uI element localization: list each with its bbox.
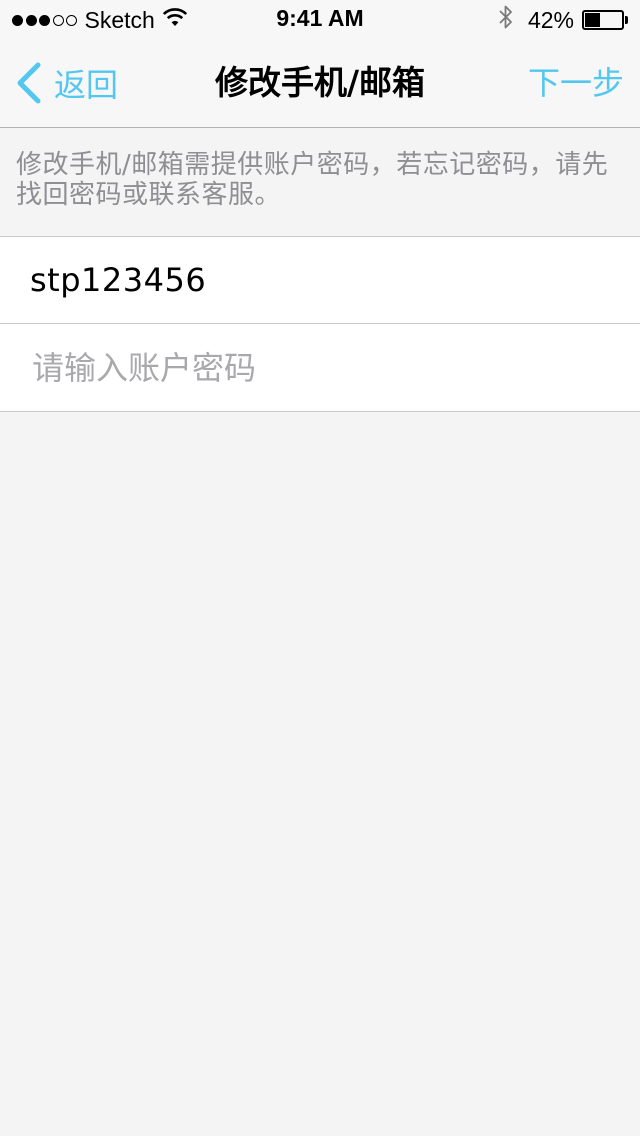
password-row[interactable] [0,323,640,411]
account-form: stp123456 [0,236,640,412]
info-message: 修改手机/邮箱需提供账户密码，若忘记密码，请先找回密码或联系客服。 [16,150,609,210]
status-right: 42% [498,4,628,36]
next-step-button[interactable]: 下一步 [528,60,624,106]
screen: Sketch 9:41 AM 42% 返回 修改手机/邮箱 下一步 修改手机/邮… [0,0,640,1136]
account-name: stp123456 [30,261,207,299]
status-bar: Sketch 9:41 AM 42% [0,0,640,40]
bluetooth-icon [498,4,514,36]
battery-fill [585,13,600,27]
nav-bar: 返回 修改手机/邮箱 下一步 [0,40,640,128]
battery-tip [625,16,628,24]
account-row: stp123456 [0,237,640,323]
password-input[interactable] [32,348,612,387]
battery-percent: 42% [527,6,574,33]
battery-icon [582,10,628,30]
